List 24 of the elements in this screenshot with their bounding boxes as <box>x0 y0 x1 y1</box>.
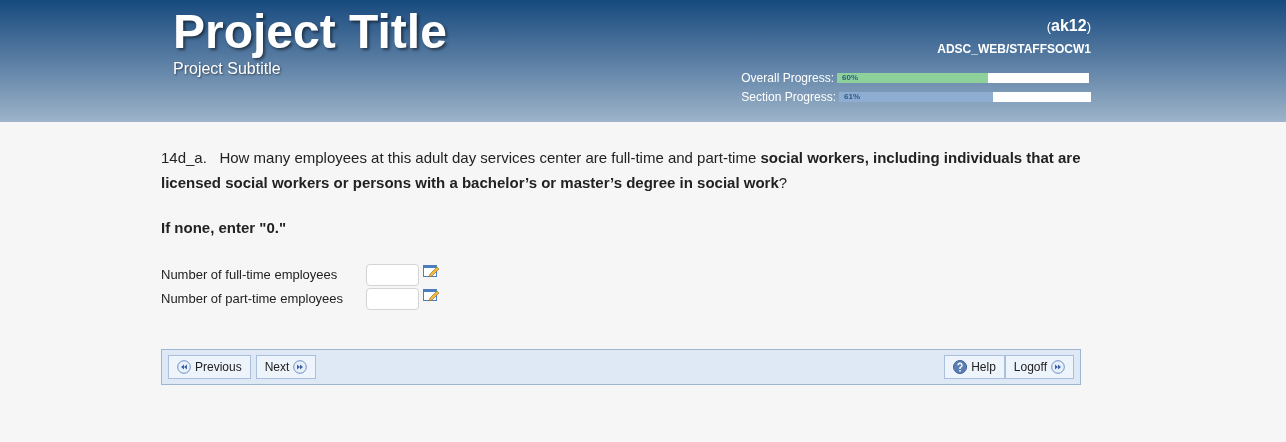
instrument-code: ADSC_WEB/STAFFSOCW1 <box>937 41 1091 58</box>
progress-label: Overall Progress: <box>741 71 834 85</box>
progress-reading: 60% <box>842 72 858 84</box>
progress-label: Section Progress: <box>741 90 836 104</box>
instruction-text: If none, enter "0." <box>161 218 288 238</box>
project-title: Project Title <box>173 4 447 60</box>
question-text: 14d_a. How many employees at this adult day services center are full-time and part-time social workers, including individuals that are licensed social workers or persons with a bachelor’s or master’s degree in social work? <box>161 148 1081 193</box>
pencil-icon[interactable] <box>423 287 439 304</box>
nav-button[interactable]: Previous <box>168 354 251 379</box>
number-input[interactable] <box>366 263 419 286</box>
nav-button[interactable]: Help <box>944 354 1005 379</box>
fast-forward-icon <box>1051 359 1065 374</box>
nav-button[interactable]: Logoff <box>1004 354 1074 379</box>
number-input[interactable] <box>366 287 419 310</box>
user-id: (ak12) <box>1046 16 1091 36</box>
nav-button[interactable]: Next <box>255 354 317 379</box>
fast-forward-icon <box>293 359 308 374</box>
progress-reading: 61% <box>844 91 860 103</box>
field-label: Number of part-time employees <box>161 289 345 308</box>
rewind-icon <box>177 359 191 374</box>
field-label: Number of full-time employees <box>161 265 339 284</box>
pencil-icon[interactable] <box>423 263 439 280</box>
help-icon <box>953 359 968 374</box>
project-subtitle: Project Subtitle <box>173 60 282 78</box>
